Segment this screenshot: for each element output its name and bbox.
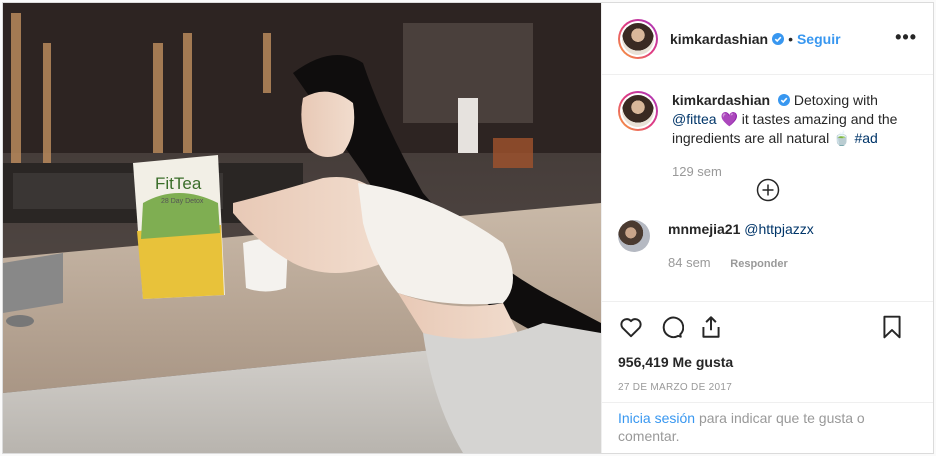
caption-verified-icon: [777, 94, 790, 106]
login-link[interactable]: Inicia sesión: [618, 410, 695, 426]
author-username[interactable]: kimkardashian: [670, 31, 768, 47]
comment-row: mnmejia21 @httpjazzx 84 sem Responder: [618, 220, 917, 274]
save-bookmark-icon[interactable]: [879, 314, 905, 340]
reply-button[interactable]: Responder: [730, 258, 787, 270]
post-header: kimkardashian • Seguir •••: [602, 3, 933, 75]
header-separator: •: [788, 30, 793, 47]
comment-body: mnmejia21 @httpjazzx 84 sem Responder: [668, 220, 894, 274]
comments-section: kimkardashian Detoxing with @fittea 💜 it…: [602, 75, 933, 301]
action-icons: [618, 312, 917, 342]
share-icon[interactable]: [698, 314, 724, 340]
caption-row: kimkardashian Detoxing with @fittea 💜 it…: [618, 91, 917, 181]
load-more-comments-icon[interactable]: [756, 178, 780, 202]
verified-badge-icon: [772, 32, 785, 45]
login-prompt: Inicia sesión para indicar que te gusta …: [602, 402, 933, 445]
comment-bubble-icon[interactable]: [658, 314, 684, 340]
caption-mention-link[interactable]: @fittea: [672, 111, 717, 127]
post-sidebar: kimkardashian • Seguir ••• kimkardashian…: [601, 3, 933, 453]
post-date[interactable]: 27 de marzo de 2017: [618, 382, 917, 393]
caption-time[interactable]: 129 sem: [672, 162, 898, 181]
purple-heart-emoji: 💜: [720, 111, 738, 127]
package-sub-text: 28 Day Detox: [161, 198, 204, 205]
likes-count[interactable]: 956,419 Me gusta: [618, 354, 917, 370]
caption-username[interactable]: kimkardashian: [672, 92, 770, 108]
comment-mention-link[interactable]: @httpjazzx: [744, 221, 813, 237]
hashtag-link[interactable]: #ad: [854, 130, 877, 146]
author-avatar[interactable]: [618, 18, 658, 59]
more-options-icon[interactable]: •••: [895, 28, 917, 46]
caption-body: kimkardashian Detoxing with @fittea 💜 it…: [672, 91, 898, 181]
comment-time[interactable]: 84 sem: [668, 255, 711, 270]
instagram-post: FitTea 28 Day Detox kimkardashian • Segu…: [2, 2, 934, 454]
package-brand-text: FitTea: [155, 174, 202, 193]
post-photo-illustration: FitTea 28 Day Detox: [3, 3, 601, 453]
commenter-username[interactable]: mnmejia21: [668, 221, 740, 237]
caption-text-start: Detoxing with: [793, 92, 878, 108]
comment-meta: 84 sem Responder: [668, 253, 894, 274]
caption-avatar[interactable]: [618, 91, 658, 131]
post-actions: 956,419 Me gusta 27 de marzo de 2017 Ini…: [602, 301, 933, 453]
post-photo[interactable]: FitTea 28 Day Detox: [3, 3, 601, 453]
follow-button[interactable]: Seguir: [797, 31, 841, 47]
like-heart-icon[interactable]: [618, 314, 644, 340]
tea-emoji: 🍵: [833, 130, 851, 146]
commenter-avatar[interactable]: [618, 220, 650, 252]
